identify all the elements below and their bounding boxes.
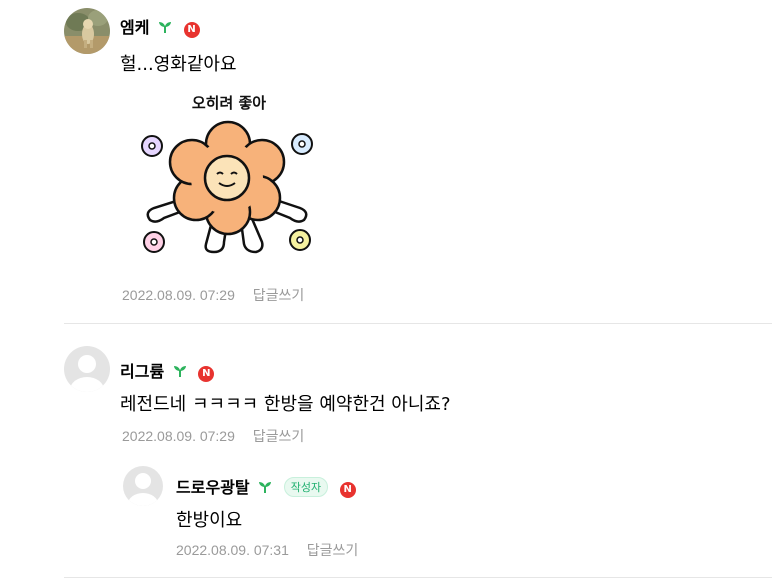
nickname[interactable]: 리그륨 — [120, 362, 164, 381]
small-flower-yellow — [289, 229, 311, 251]
reply-button[interactable]: 답글쓰기 — [253, 429, 305, 445]
comment-text: 레전드네 ㅋㅋㅋㅋ 한방을 예약한건 아니죠? — [120, 394, 451, 415]
profile-photo — [64, 8, 110, 54]
reply-button[interactable]: 답글쓰기 — [307, 543, 359, 559]
comment-date: 2022.08.09. 07:29 — [122, 428, 235, 444]
avatar[interactable] — [64, 8, 110, 54]
comment-author[interactable]: 드로우광탈 작성자 N — [176, 474, 356, 498]
comment-date: 2022.08.09. 07:29 — [122, 287, 235, 303]
leaf-icon — [173, 366, 186, 377]
nickname[interactable]: 엠케 — [120, 18, 149, 37]
comment-text: 한방이요 — [176, 510, 243, 531]
small-flower-blue — [291, 133, 313, 155]
default-avatar-icon — [128, 473, 158, 506]
new-badge-icon: N — [198, 366, 215, 382]
comment-meta: 2022.08.09. 07:29 답글쓰기 — [122, 285, 304, 305]
leaf-icon — [159, 22, 172, 33]
leaf-icon — [259, 482, 272, 493]
sticker-illustration: 오히려 좋아 — [141, 94, 313, 254]
comment-date: 2022.08.09. 07:31 — [176, 542, 289, 558]
comment-meta: 2022.08.09. 07:29 답글쓰기 — [122, 426, 304, 446]
comment-meta: 2022.08.09. 07:31 답글쓰기 — [176, 540, 358, 560]
comment-author[interactable]: 리그륨 N — [120, 358, 215, 382]
nickname[interactable]: 드로우광탈 — [176, 478, 250, 497]
small-flower-purple — [141, 135, 163, 157]
avatar[interactable] — [123, 466, 163, 506]
comment-text: 헐...영화같아요 — [120, 54, 237, 75]
divider — [64, 577, 772, 578]
sticker-image: 오히려 좋아 — [134, 86, 324, 266]
avatar[interactable] — [64, 346, 110, 392]
author-badge: 작성자 — [283, 477, 329, 497]
small-flower-pink — [143, 231, 165, 253]
reply-button[interactable]: 답글쓰기 — [253, 288, 305, 304]
divider — [64, 323, 772, 324]
new-badge-icon: N — [183, 22, 200, 38]
comment-author[interactable]: 엠케 N — [120, 14, 200, 38]
sticker-caption: 오히려 좋아 — [192, 94, 266, 112]
new-badge-icon: N — [339, 482, 356, 498]
default-avatar-icon — [70, 355, 104, 392]
